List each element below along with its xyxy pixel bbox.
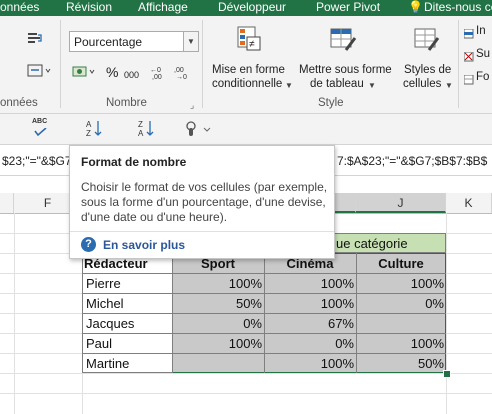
wrap-text-icon[interactable]: [27, 32, 43, 46]
table-cell-culture[interactable]: 100%: [356, 334, 446, 353]
table-row-name[interactable]: Pierre: [86, 274, 172, 293]
table-cell-sport[interactable]: 100%: [172, 274, 264, 293]
tab-affichage[interactable]: Affichage: [138, 0, 188, 14]
column-header-k[interactable]: K: [446, 193, 492, 213]
insert-label[interactable]: In: [476, 24, 486, 38]
table-cell-cinema[interactable]: 100%: [264, 294, 356, 313]
tab-power-pivot[interactable]: Power Pivot: [316, 0, 380, 14]
touch-mode-icon[interactable]: [184, 120, 212, 138]
table-row-name[interactable]: Michel: [86, 294, 172, 313]
percent-style-button[interactable]: %: [106, 65, 118, 79]
dialog-launcher-icon[interactable]: ⌟: [190, 100, 194, 111]
delete-icon[interactable]: [463, 49, 474, 62]
spelling-label: ABC: [32, 118, 48, 125]
svg-text:≠: ≠: [249, 39, 255, 50]
group-label-nombre: Nombre: [106, 97, 147, 109]
accounting-format-icon[interactable]: [72, 64, 98, 80]
conditional-formatting-label-2[interactable]: conditionnelle: [212, 77, 282, 91]
table-cell-sport[interactable]: 100%: [172, 334, 264, 353]
tooltip-title: Format de nombre: [81, 155, 187, 169]
table-cell-cinema[interactable]: 100%: [264, 274, 356, 293]
table-cell-culture[interactable]: 50%: [356, 354, 446, 373]
number-format-tooltip: Format de nombre Choisir le format de vo…: [69, 145, 335, 259]
chevron-down-icon[interactable]: ▼: [368, 81, 376, 90]
formula-text-right: 7:$A$23;"="&$G7;$B$7:$B$: [337, 154, 488, 168]
conditional-formatting-label-1[interactable]: Mise en forme: [212, 63, 285, 77]
decrease-decimal-icon[interactable]: ,00 →0: [174, 64, 194, 81]
table-row-name[interactable]: Jacques: [86, 314, 172, 333]
column-header-j[interactable]: J: [356, 193, 446, 213]
format-as-table-icon[interactable]: [330, 26, 358, 52]
insert-icon[interactable]: [463, 26, 474, 39]
chevron-down-icon[interactable]: ▼: [445, 81, 453, 90]
help-icon[interactable]: ?: [81, 237, 96, 252]
svg-text:→0: →0: [176, 74, 187, 80]
sort-ascending-icon[interactable]: AZ: [86, 119, 104, 139]
table-cell-culture[interactable]: 100%: [356, 274, 446, 293]
comma-style-button[interactable]: 000: [124, 68, 139, 82]
table-cell-cinema[interactable]: 0%: [264, 334, 356, 353]
delete-label[interactable]: Su: [476, 47, 490, 61]
category-banner-text: ue catégorie: [336, 236, 408, 251]
chevron-down-icon[interactable]: ▼: [183, 32, 198, 51]
table-cell-cinema[interactable]: 67%: [264, 314, 356, 333]
chevron-down-icon[interactable]: ▼: [285, 81, 293, 90]
svg-text:,00: ,00: [174, 67, 184, 74]
group-label-left: onnées: [0, 97, 38, 109]
ribbon-tab-bar: onnées Révision Affichage Développeur Po…: [0, 0, 492, 16]
tab-revision[interactable]: Révision: [66, 0, 112, 14]
svg-text:A: A: [86, 120, 92, 129]
ribbon: onnées Pourcentage ▼ % 000 ←0,00 ,00 →0 N…: [0, 16, 492, 114]
svg-text:←0: ←0: [150, 67, 161, 74]
cell-styles-label-1[interactable]: Styles de: [404, 63, 451, 77]
header-culture[interactable]: Culture: [356, 254, 446, 273]
quick-access-toolbar: ABC AZ ZA: [0, 114, 492, 145]
format-label[interactable]: Fo: [476, 70, 489, 84]
format-as-table-label-2[interactable]: de tableau: [310, 77, 364, 91]
group-label-style: Style: [318, 97, 344, 109]
table-row-name[interactable]: Paul: [86, 334, 172, 353]
cell-styles-icon[interactable]: [414, 26, 442, 52]
tooltip-body: Choisir le format de vos cellules (par e…: [81, 180, 328, 224]
cell-styles-label-2[interactable]: cellules: [403, 77, 441, 91]
format-as-table-label-1[interactable]: Mettre sous forme: [299, 63, 392, 77]
merge-center-icon[interactable]: [27, 64, 51, 78]
svg-text:A: A: [138, 129, 144, 138]
table-cell-culture[interactable]: 0%: [356, 294, 446, 313]
formula-text-left: $23;"="&$G7: [2, 154, 72, 168]
spelling-icon[interactable]: ABC: [32, 118, 50, 138]
table-cell-sport[interactable]: 0%: [172, 314, 264, 333]
increase-decimal-icon[interactable]: ←0,00: [150, 64, 170, 81]
lightbulb-icon: 💡: [408, 0, 423, 14]
sort-descending-icon[interactable]: ZA: [138, 119, 156, 139]
table-cell-sport[interactable]: 50%: [172, 294, 264, 313]
tab-donnees[interactable]: onnées: [0, 0, 39, 14]
table-cell-cinema[interactable]: 100%: [264, 354, 356, 373]
svg-text:Z: Z: [86, 129, 91, 138]
svg-text:Z: Z: [138, 120, 143, 129]
svg-text:,00: ,00: [152, 74, 162, 80]
learn-more-link[interactable]: En savoir plus: [103, 238, 185, 252]
format-icon[interactable]: [463, 72, 474, 85]
column-header-e[interactable]: [0, 193, 14, 213]
number-format-value: Pourcentage: [74, 35, 143, 49]
tell-me-search[interactable]: Dites-nous ce: [424, 0, 492, 14]
conditional-formatting-icon[interactable]: ≠: [237, 26, 263, 52]
tab-developpeur[interactable]: Développeur: [218, 0, 286, 14]
number-format-dropdown[interactable]: Pourcentage ▼: [69, 31, 199, 52]
table-row-name[interactable]: Martine: [86, 354, 172, 373]
